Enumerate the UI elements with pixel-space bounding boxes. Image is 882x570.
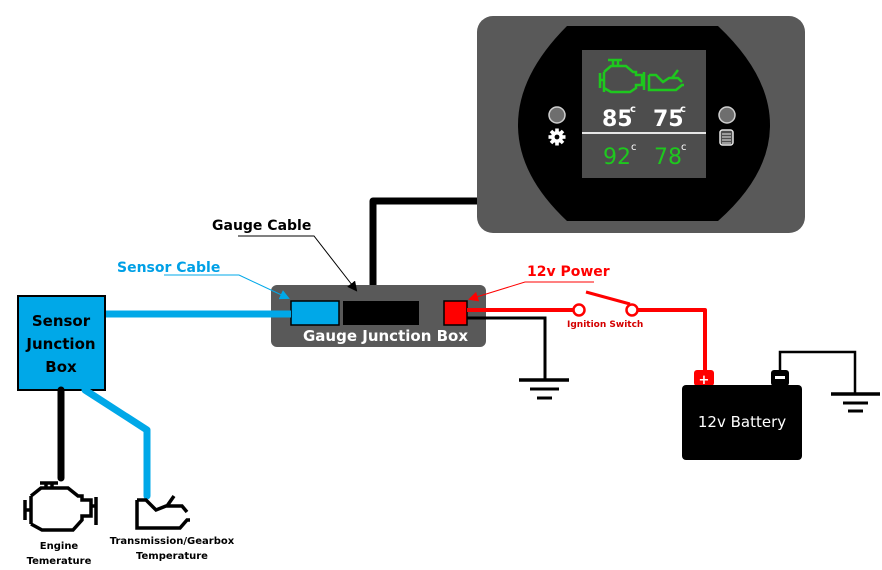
transmission-sensor-wire [81, 386, 151, 500]
gauge-junction-box-label: Gauge Junction Box [303, 327, 468, 345]
gauge-right-button[interactable] [718, 106, 736, 124]
power-label: 12v Power [527, 264, 610, 280]
gauge-port [343, 301, 419, 325]
sensor-junction-box-label-3: Box [45, 358, 77, 376]
engine-label-2: Temerature [27, 556, 92, 567]
switch-lever[interactable] [585, 290, 631, 306]
sensor-cable-leader [164, 274, 290, 300]
transmission-label-1: Transmission/Gearbox [110, 536, 235, 547]
engine-label-1: Engine [40, 541, 79, 552]
screen-engine-current: 85 [602, 107, 633, 132]
screen-transmission-max-unit: c [681, 142, 687, 153]
screen-transmission-current-unit: c [680, 104, 686, 115]
battery: + 12v Battery [682, 370, 802, 460]
sensor-junction-box-label-2: Junction [25, 335, 95, 353]
sensor-junction-box-label-1: Sensor [32, 312, 91, 330]
screen-engine-current-unit: c [630, 104, 636, 115]
sensor-port [290, 300, 340, 326]
list-icon [719, 129, 734, 146]
gauge-junction-box: Gauge Junction Box [271, 285, 486, 347]
switch-terminal-a [572, 303, 586, 317]
gauge-cable-label: Gauge Cable [212, 218, 311, 234]
transmission-label-2: Temperature [136, 551, 208, 562]
gauge-unit: 85 c 75 c 92 c 78 c [477, 16, 805, 233]
gear-icon [548, 128, 566, 146]
power-leader [468, 281, 594, 302]
power-port [443, 300, 468, 326]
ground-symbol-gauge [519, 378, 569, 400]
switch-terminal-b [625, 303, 639, 317]
screen-engine-max-unit: c [631, 142, 637, 153]
screen-transmission-max: 78 [654, 145, 682, 170]
screen-engine-max: 92 [603, 145, 631, 170]
wiring-diagram: 85 c 75 c 92 c 78 c Gauge Junction Box S… [17, 16, 880, 567]
ignition-switch-label: Ignition Switch [567, 320, 643, 330]
power-wire-to-battery [637, 308, 707, 372]
sensor-cable-label: Sensor Cable [117, 260, 220, 276]
battery-label: 12v Battery [698, 413, 786, 431]
ground-symbol-battery [831, 392, 880, 413]
gauge-left-button[interactable] [548, 106, 566, 124]
transmission-icon [135, 494, 190, 530]
gauge-screen [582, 50, 706, 178]
sensor-junction-box: Sensor Junction Box [17, 295, 106, 391]
gauge-cable-leader [238, 235, 358, 292]
engine-icon [23, 481, 98, 532]
